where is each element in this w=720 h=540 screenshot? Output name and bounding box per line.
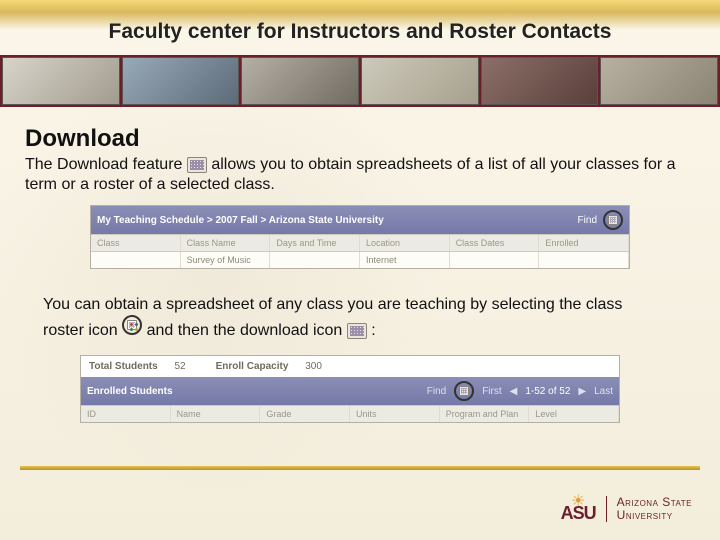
- roster-columns: ID Name Grade Units Program and Plan Lev…: [81, 405, 619, 422]
- col-units: Units: [350, 406, 440, 422]
- roster-meta: Total Students 52 Enroll Capacity 300: [81, 356, 619, 377]
- col-class: Class: [91, 235, 181, 251]
- section-heading: Download: [25, 125, 695, 153]
- col-classname: Class Name: [181, 235, 271, 251]
- roster-icon-circled: [122, 315, 142, 335]
- schedule-row: Survey of Music Internet: [91, 252, 629, 268]
- col-enrolled: Enrolled: [539, 235, 629, 251]
- cell: [450, 252, 540, 268]
- find-label: Find: [427, 386, 446, 397]
- photo-cell: [241, 57, 359, 105]
- last-link: Last: [594, 386, 613, 397]
- photo-cell: [481, 57, 599, 105]
- divider: [20, 466, 700, 470]
- photo-cell: [2, 57, 120, 105]
- grid-icon-circled: [454, 381, 474, 401]
- content-area: Download The Download feature allows you…: [25, 125, 695, 423]
- find-area: Find: [578, 210, 623, 230]
- cell: [91, 252, 181, 268]
- col-grade: Grade: [260, 406, 350, 422]
- asu-mark: ☀ ASU: [561, 497, 596, 521]
- slide-title: Faculty center for Instructors and Roste…: [0, 20, 720, 44]
- breadcrumb: My Teaching Schedule > 2007 Fall > Arizo…: [97, 215, 384, 226]
- chevron-right-icon: ▶: [578, 386, 586, 397]
- col-daystime: Days and Time: [270, 235, 360, 251]
- para2-text-c: :: [371, 322, 375, 339]
- roster-icon: [127, 320, 137, 330]
- univ-line2: University: [617, 509, 692, 522]
- paragraph-2: You can obtain a spreadsheet of any clas…: [43, 295, 665, 341]
- enroll-capacity: Enroll Capacity 300: [216, 361, 322, 372]
- cell: [270, 252, 360, 268]
- asu-text: ASU: [561, 506, 596, 520]
- enrolled-students-screenshot: Total Students 52 Enroll Capacity 300 En…: [80, 355, 620, 423]
- download-icon: [187, 157, 207, 173]
- grid-icon: [608, 215, 618, 225]
- teaching-schedule-screenshot: My Teaching Schedule > 2007 Fall > Arizo…: [90, 205, 630, 269]
- slide: Faculty center for Instructors and Roste…: [0, 0, 720, 540]
- total-label: Total Students: [89, 361, 158, 372]
- grid-icon: [459, 386, 469, 396]
- paragraph-1: The Download feature allows you to obtai…: [25, 155, 695, 195]
- university-name: Arizona State University: [606, 496, 692, 522]
- univ-line1: Arizona State: [617, 496, 692, 509]
- photo-cell: [122, 57, 240, 105]
- col-program: Program and Plan: [440, 406, 530, 422]
- col-level: Level: [529, 406, 619, 422]
- cell: [539, 252, 629, 268]
- grid-icon-circled: [603, 210, 623, 230]
- cap-label: Enroll Capacity: [216, 361, 289, 372]
- cell: Internet: [360, 252, 450, 268]
- chevron-left-icon: ◀: [510, 386, 518, 397]
- schedule-columns: Class Class Name Days and Time Location …: [91, 234, 629, 252]
- col-classdates: Class Dates: [450, 235, 540, 251]
- para2-text-b: and then the download icon: [147, 322, 347, 339]
- first-link: First: [482, 386, 501, 397]
- para1-text-a: The Download feature: [25, 156, 187, 173]
- photo-cell: [361, 57, 479, 105]
- total-students: Total Students 52: [89, 361, 186, 372]
- photo-band: [0, 55, 720, 107]
- col-id: ID: [81, 406, 171, 422]
- cell: Survey of Music: [181, 252, 271, 268]
- photo-cell: [600, 57, 718, 105]
- find-label: Find: [578, 215, 597, 226]
- col-location: Location: [360, 235, 450, 251]
- enrolled-header-bar: Enrolled Students Find First ◀ 1-52 of 5…: [81, 377, 619, 405]
- bar-title: Enrolled Students: [87, 386, 173, 397]
- footer-logo: ☀ ASU Arizona State University: [561, 496, 692, 522]
- download-icon: [347, 323, 367, 339]
- schedule-header-bar: My Teaching Schedule > 2007 Fall > Arizo…: [91, 206, 629, 234]
- cap-value: 300: [305, 361, 322, 372]
- col-name: Name: [171, 406, 261, 422]
- nav-area: Find First ◀ 1-52 of 52 ▶ Last: [427, 381, 613, 401]
- total-value: 52: [174, 361, 185, 372]
- page-indicator: 1-52 of 52: [525, 386, 570, 397]
